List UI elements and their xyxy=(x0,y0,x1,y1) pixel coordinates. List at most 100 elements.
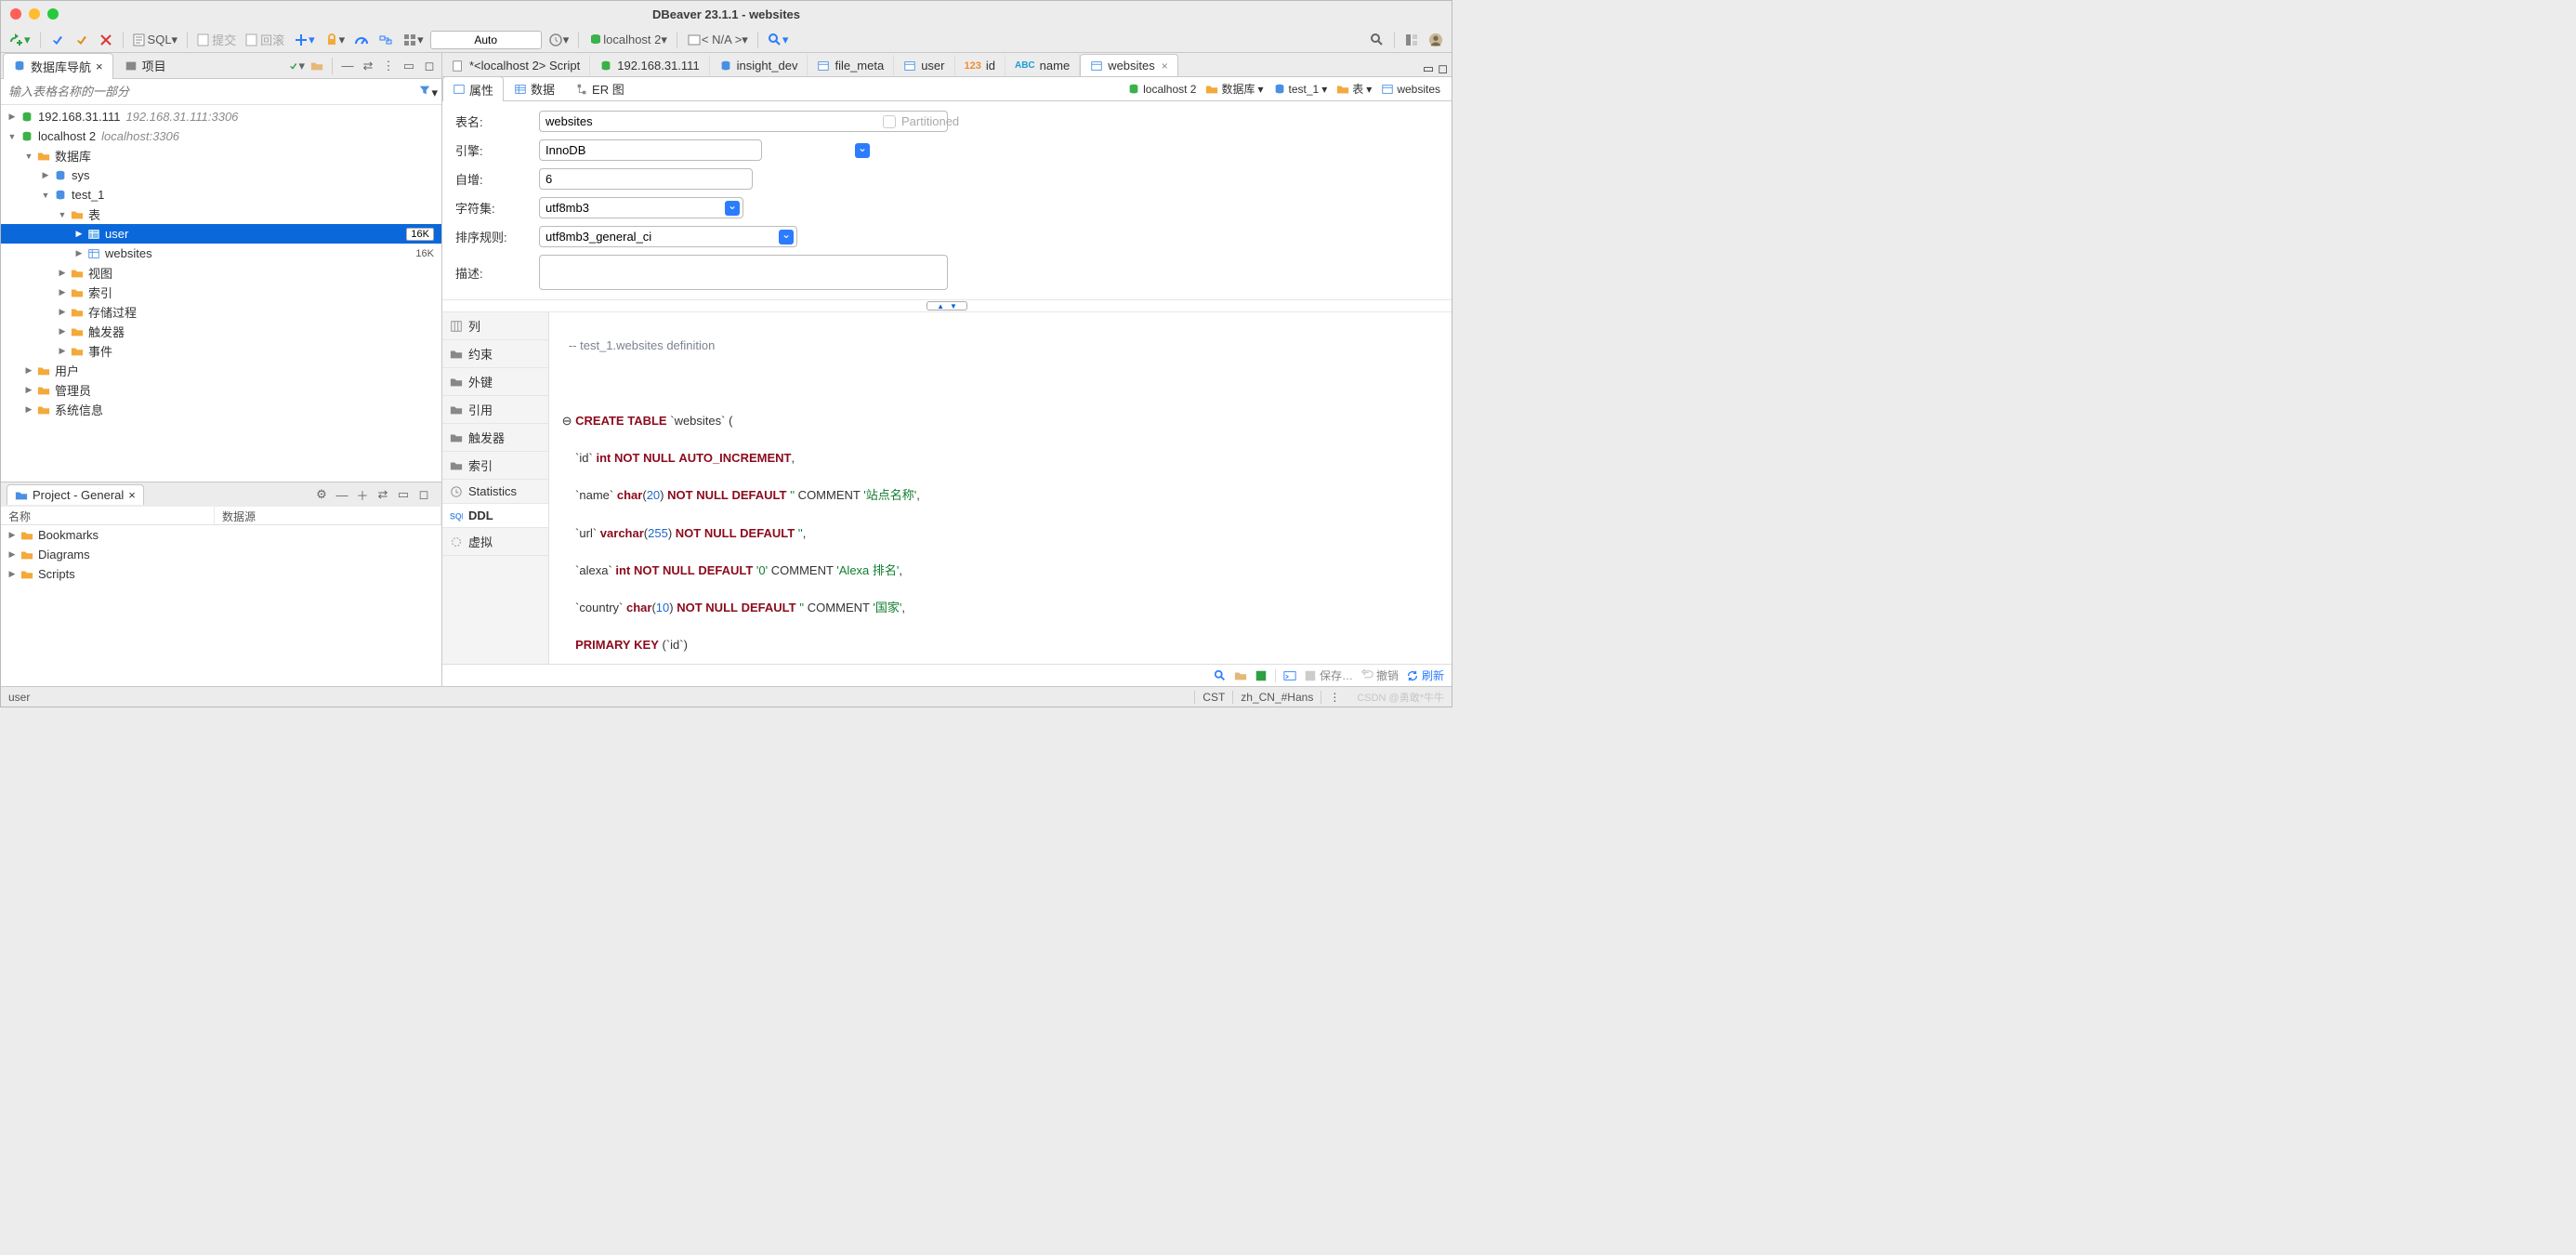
avatar-icon[interactable] xyxy=(1426,31,1446,49)
close-icon[interactable]: × xyxy=(128,488,136,502)
proj-col-ds[interactable]: 数据源 xyxy=(215,507,441,524)
proj-scripts[interactable]: ▶ Scripts xyxy=(1,564,441,584)
txn-mode-input[interactable] xyxy=(430,31,542,49)
prop-charset-select[interactable] xyxy=(539,197,743,218)
gauge-icon[interactable] xyxy=(351,31,372,49)
proj-bookmarks[interactable]: ▶ Bookmarks xyxy=(1,525,441,545)
window-maximize[interactable] xyxy=(47,8,59,20)
ddl-editor[interactable]: -- test_1.websites definition ⊖ CREATE T… xyxy=(549,312,1452,664)
ed-tab-user[interactable]: user xyxy=(894,55,954,76)
search-db-icon[interactable]: ▾ xyxy=(765,31,792,49)
nav-min-icon[interactable]: ▭ xyxy=(401,58,417,74)
subtab-data[interactable]: 数据 xyxy=(504,75,565,102)
schema-selector[interactable]: < N/A > ▾ xyxy=(684,31,751,49)
project-tab[interactable]: Project - General × xyxy=(7,484,144,505)
prop-collate-select[interactable] xyxy=(539,226,797,247)
tab-projects[interactable]: 项目 xyxy=(115,53,176,78)
proj-diagrams[interactable]: ▶ Diagrams xyxy=(1,545,441,564)
sn-ddl[interactable]: SQLDDL xyxy=(442,504,548,528)
bc-table[interactable]: websites xyxy=(1377,81,1444,98)
tree-events[interactable]: ▶ 事件 xyxy=(1,341,441,361)
nav-connect-icon[interactable]: ▾ xyxy=(288,58,305,74)
window-minimize[interactable] xyxy=(29,8,40,20)
sn-triggers[interactable]: 触发器 xyxy=(442,424,548,452)
partitioned-checkbox[interactable] xyxy=(883,115,896,128)
sn-stats[interactable]: Statistics xyxy=(442,480,548,504)
proj-settings-icon[interactable]: ⚙ xyxy=(313,486,330,503)
sql-editor-button[interactable]: SQL▾ xyxy=(130,31,181,49)
tree-table-websites[interactable]: ▶ websites 16K xyxy=(1,244,441,263)
editor-min-icon[interactable]: ▭ xyxy=(1423,61,1434,76)
prop-engine-select[interactable] xyxy=(539,139,762,161)
tree-users[interactable]: ▶ 用户 xyxy=(1,361,441,380)
new-connection-button[interactable]: ▾ xyxy=(7,31,33,49)
nav-newfolder-icon[interactable] xyxy=(309,58,325,74)
nav-menu-icon[interactable]: ⋮ xyxy=(380,58,397,74)
tree-indexes[interactable]: ▶ 索引 xyxy=(1,283,441,302)
bb-open-icon[interactable] xyxy=(1234,669,1247,682)
ed-tab-filemeta[interactable]: file_meta xyxy=(808,55,894,76)
tree-procs[interactable]: ▶ 存储过程 xyxy=(1,302,441,322)
disconnect-all-button[interactable] xyxy=(96,31,116,49)
editor-max-icon[interactable]: ◻ xyxy=(1438,61,1448,76)
tree-conn-local[interactable]: ▼ localhost 2localhost:3306 xyxy=(1,126,441,146)
proj-add-icon[interactable]: ＋ xyxy=(354,486,371,503)
proj-link-icon[interactable]: ⇄ xyxy=(375,486,391,503)
proj-collapse-icon[interactable]: — xyxy=(334,486,350,503)
prop-desc-input[interactable] xyxy=(539,255,948,290)
nav-max-icon[interactable]: ◻ xyxy=(421,58,438,74)
ed-tab-script[interactable]: *<localhost 2> Script xyxy=(442,55,590,76)
subtab-props[interactable]: 属性 xyxy=(442,76,504,103)
history-icon[interactable]: ▾ xyxy=(545,31,572,49)
ed-tab-remote[interactable]: 192.168.31.111 xyxy=(590,55,709,76)
sn-indexes[interactable]: 索引 xyxy=(442,452,548,480)
perspective-icon[interactable] xyxy=(1401,31,1422,49)
sn-columns[interactable]: 列 xyxy=(442,312,548,340)
rollback-button[interactable]: 回滚 xyxy=(243,29,287,50)
connect-button[interactable] xyxy=(47,31,68,49)
filter-icon[interactable]: ▾ xyxy=(418,84,438,100)
prop-autoinc-input[interactable] xyxy=(539,168,753,190)
subtab-er[interactable]: ER 图 xyxy=(565,75,635,102)
search-icon[interactable] xyxy=(1367,31,1387,49)
splitter[interactable]: ▲▼ xyxy=(442,299,1452,312)
bc-conn[interactable]: localhost 2 xyxy=(1124,81,1200,98)
bc-schema[interactable]: test_1▾ xyxy=(1269,81,1332,98)
bc-tables[interactable]: 表▾ xyxy=(1333,79,1375,99)
tree-conn-remote[interactable]: ▶ 192.168.31.111192.168.31.111:3306 xyxy=(1,107,441,126)
tree-table-user[interactable]: ▶ user 16K xyxy=(1,224,441,244)
tree-admins[interactable]: ▶ 管理员 xyxy=(1,380,441,400)
bb-refresh[interactable]: 刷新 xyxy=(1406,667,1444,683)
ed-tab-websites[interactable]: websites× xyxy=(1080,54,1178,77)
grid-icon[interactable]: ▾ xyxy=(400,31,427,49)
proj-min-icon[interactable]: ▭ xyxy=(395,486,412,503)
sn-fks[interactable]: 外键 xyxy=(442,368,548,396)
close-icon[interactable]: × xyxy=(96,59,103,73)
nav-link-icon[interactable]: ⇄ xyxy=(360,58,376,74)
close-icon[interactable]: × xyxy=(1162,59,1168,73)
tab-db-navigator[interactable]: 数据库导航 × xyxy=(3,53,113,79)
tree-db-test1[interactable]: ▼ test_1 xyxy=(1,185,441,205)
connection-selector[interactable]: localhost 2 ▾ xyxy=(585,31,670,49)
sn-refs[interactable]: 引用 xyxy=(442,396,548,424)
tree-sysinfo[interactable]: ▶ 系统信息 xyxy=(1,400,441,419)
proj-col-name[interactable]: 名称 xyxy=(1,507,215,524)
sn-virtual[interactable]: 虚拟 xyxy=(442,528,548,556)
tree-databases[interactable]: ▼ 数据库 xyxy=(1,146,441,165)
bb-save[interactable]: 保存… xyxy=(1304,667,1353,683)
sn-constraints[interactable]: 约束 xyxy=(442,340,548,368)
bb-search-icon[interactable] xyxy=(1214,669,1227,682)
navigator-search-input[interactable] xyxy=(5,82,418,101)
tree-views[interactable]: ▶ 视图 xyxy=(1,263,441,283)
bc-db[interactable]: 数据库▾ xyxy=(1202,79,1267,99)
window-close[interactable] xyxy=(10,8,21,20)
tree-triggers[interactable]: ▶ 触发器 xyxy=(1,322,441,341)
bb-console-icon[interactable] xyxy=(1283,669,1296,682)
ed-tab-id[interactable]: 123id xyxy=(955,55,1005,76)
bb-savefile-icon[interactable] xyxy=(1255,669,1268,682)
proj-max-icon[interactable]: ◻ xyxy=(415,486,432,503)
commit-button[interactable]: 提交 xyxy=(194,29,239,50)
link-icon[interactable] xyxy=(375,31,396,49)
ed-tab-insight[interactable]: insight_dev xyxy=(710,55,808,76)
disconnect-button[interactable] xyxy=(72,31,92,49)
